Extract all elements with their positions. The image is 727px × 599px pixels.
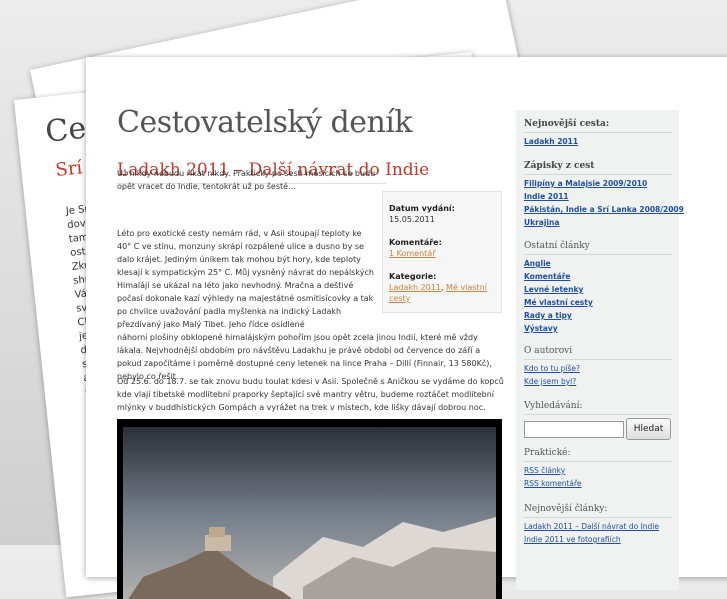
sidebar-divider [524,414,672,415]
sidebar-divider [524,174,672,175]
sidebar-heading-newest: Nejnovější články: [524,504,608,514]
post-photo[interactable] [117,419,502,599]
sidebar-link-notes-0[interactable]: Filipíny a Malajsie 2009/2010 [524,179,647,188]
comments-label: Komentáře: [389,238,442,247]
sidebar-divider [524,461,672,462]
category-label: Kategorie: [389,272,437,281]
sidebar-link-other-3[interactable]: Mé vlastní cesty [524,298,593,307]
sidebar-link-other-1[interactable]: Komentáře [524,272,571,281]
sidebar-link-notes-1[interactable]: Indie 2011 [524,192,569,201]
sidebar-link-rss-articles[interactable]: RSS články [524,466,565,475]
monastery-photo [123,427,496,599]
sidebar-heading-other: Ostatní články [524,241,590,251]
sidebar-link-author-0[interactable]: Kdo to tu píše? [524,364,580,373]
sidebar-link-notes-3[interactable]: Ukrajina [524,218,559,227]
sidebar-divider [524,132,672,133]
category-link-own-trips-cont[interactable]: cesty [389,293,497,304]
sidebar-link-newest-0[interactable]: Ladakh 2011 – Další návrat do Indie [524,522,659,531]
sidebar-heading-notes: Zápisky z cest [524,161,595,171]
sidebar-link-author-1[interactable]: Kde jsem byl? [524,377,576,386]
category-link-own-trips[interactable]: Mé vlastní [446,283,487,292]
post-paragraph-3: Od 25.6. do 18.7. se tak znovu budu toul… [117,377,504,412]
sidebar-link-latest-trip[interactable]: Ladakh 2011 [524,137,578,146]
sidebar-link-rss-comments[interactable]: RSS komentáře [524,479,582,488]
search-button[interactable]: Hledat [626,418,671,440]
main-page: Cestovatelský deník Ladakh 2011 – Další … [86,57,727,599]
post-paragraph-1: Už nikdy nebudu říkat nikdy. Prakticky p… [117,169,376,191]
sidebar-heading-latest-trip: Nejnovější cesta: [524,119,610,129]
sidebar-link-other-0[interactable]: Anglie [524,259,551,268]
sidebar-link-other-4[interactable]: Rady a tipy [524,311,572,320]
post-paragraph-2: Léto pro exotické cesty nemám rád, v Asi… [117,229,374,329]
comments-link[interactable]: 1 Komentář [389,248,497,259]
category-link-ladakh[interactable]: Ladakh 2011 [389,283,441,292]
sidebar-link-other-2[interactable]: Levné letenky [524,285,583,294]
sidebar-divider [524,254,672,255]
date-label: Datum vydání: [389,204,455,213]
sidebar-heading-search: Vyhledávání: [524,401,583,411]
search-input[interactable] [524,421,624,438]
site-title[interactable]: Cestovatelský deník [117,105,413,140]
sidebar-heading-practical: Praktické: [524,448,571,458]
sidebar-heading-author: O autorovi [524,346,573,356]
sidebar-link-other-5[interactable]: Výstavy [524,324,558,333]
post-meta-box: Datum vydání: 15.05.2011 Komentáře: 1 Ko… [382,191,502,313]
sidebar-link-notes-2[interactable]: Pákistán, Indie a Srí Lanka 2008/2009 [524,205,684,214]
sidebar-divider [524,517,672,518]
sidebar-link-newest-1[interactable]: Indie 2011 ve fotografiích [524,535,621,544]
date-value: 15.05.2011 [389,215,435,224]
sidebar: Nejnovější cesta: Ladakh 2011 Zápisky z … [516,110,684,590]
sidebar-divider [524,359,672,360]
